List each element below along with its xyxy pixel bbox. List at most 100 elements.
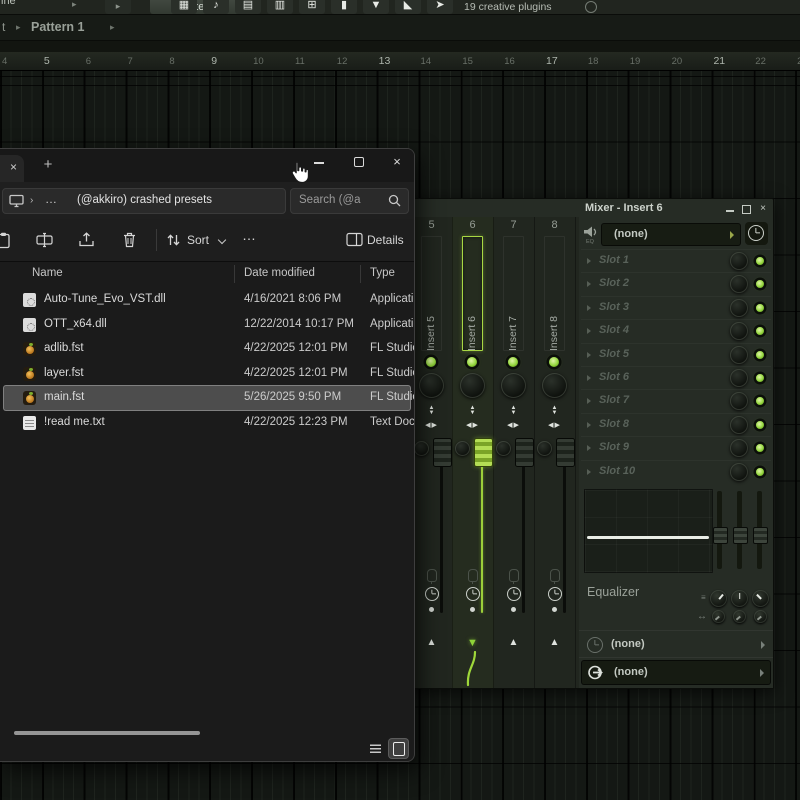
strip-fader-track[interactable] — [522, 445, 525, 613]
strip-input-icon[interactable] — [468, 569, 478, 582]
strip-updown-arrows[interactable]: ▲▼ — [452, 406, 493, 416]
rename-icon[interactable] — [36, 232, 53, 248]
mixer-strip[interactable]: 6Insert 6▲▼◀▶▼ — [452, 217, 494, 688]
plugins-counter-label[interactable]: 19 creative plugins — [464, 1, 552, 13]
strip-updown-arrows[interactable]: ▲▼ — [534, 406, 575, 416]
slot-enable-led[interactable] — [756, 397, 764, 405]
tool-cursor-icon[interactable]: ◣ — [395, 0, 421, 14]
window-browser-icon[interactable]: ⊞ — [299, 0, 325, 14]
eq-freq1-knob[interactable] — [710, 590, 727, 607]
slot-expand-arrow[interactable] — [587, 422, 591, 428]
file-row[interactable]: adlib.fst 4/22/2025 12:01 PM FL Studio — [4, 337, 410, 361]
arrow-right-icon[interactable] — [761, 641, 765, 649]
equalizer-display[interactable] — [584, 489, 713, 573]
effect-slot-row[interactable]: Slot 9 — [581, 436, 771, 460]
mixer-strip[interactable]: 8Insert 8▲▼◀▶▲ — [534, 217, 576, 688]
sort-button-label[interactable]: Sort — [187, 233, 209, 247]
eq-menu-icon[interactable]: ≡ — [701, 593, 706, 602]
explorer-tab[interactable]: × — [0, 155, 24, 182]
eq-band1-fader-handle[interactable] — [713, 527, 728, 544]
strip-updown-arrows[interactable]: ▲▼ — [411, 406, 452, 416]
slot-label[interactable]: Slot 5 — [599, 348, 629, 360]
strip-enable-led[interactable] — [467, 357, 477, 367]
close-icon[interactable]: × — [757, 203, 769, 214]
address-path[interactable]: (@akkiro) crashed presets — [77, 194, 212, 206]
maximize-icon[interactable] — [742, 205, 751, 214]
slot-label[interactable]: Slot 8 — [599, 418, 629, 430]
strip-separation-arrows[interactable]: ◀▶ — [493, 421, 534, 429]
slot-enable-led[interactable] — [756, 327, 764, 335]
rack-output-row[interactable]: (none) — [579, 657, 773, 687]
column-header-name[interactable]: Name — [32, 267, 63, 279]
mixer-strip[interactable]: 7Insert 7▲▼◀▶▲ — [493, 217, 535, 688]
details-pane-icon[interactable] — [346, 232, 363, 247]
details-view-button[interactable] — [366, 739, 385, 758]
effect-slot-row[interactable]: Slot 4 — [581, 319, 771, 343]
strip-pan-knob[interactable] — [501, 373, 526, 398]
strip-separation-arrows[interactable]: ◀▶ — [452, 421, 493, 429]
eq-freq3-knob[interactable] — [752, 590, 769, 607]
sort-icon[interactable] — [166, 232, 181, 248]
slot-expand-arrow[interactable] — [587, 445, 591, 451]
tool-draw-icon[interactable]: ▮ — [331, 0, 357, 14]
effect-slot-row[interactable]: Slot 1 — [581, 249, 771, 273]
file-row[interactable]: !read me.txt 4/22/2025 12:23 PM Text Doc… — [4, 411, 410, 435]
fl-breadcrumb[interactable]: t ▸ Pattern 1 ▸ — [0, 15, 800, 41]
strip-fader-handle[interactable] — [515, 438, 534, 467]
output-target-selector[interactable]: (none) — [581, 660, 771, 685]
file-row[interactable]: Auto-Tune_Evo_VST.dll 4/16/2021 8:06 PM … — [4, 288, 410, 312]
delete-icon[interactable] — [122, 232, 137, 248]
strip-fader-handle[interactable] — [433, 438, 452, 467]
strip-pan-knob[interactable] — [460, 373, 485, 398]
strip-stereo-knob[interactable] — [455, 441, 470, 456]
slot-label[interactable]: Slot 3 — [599, 301, 629, 313]
share-icon[interactable] — [78, 232, 95, 248]
slot-expand-arrow[interactable] — [587, 328, 591, 334]
chevron-right-icon[interactable]: › — [30, 195, 33, 206]
strip-updown-arrows[interactable]: ▲▼ — [493, 406, 534, 416]
effect-slot-row[interactable]: Slot 10 — [581, 460, 771, 484]
window-mixer-icon[interactable]: ▥ — [267, 0, 293, 14]
slot-enable-led[interactable] — [756, 304, 764, 312]
strip-route-arrow[interactable]: ▲ — [493, 637, 534, 648]
strip-clock-icon[interactable] — [466, 587, 480, 601]
slot-mix-knob[interactable] — [730, 392, 748, 410]
slot-enable-led[interactable] — [756, 280, 764, 288]
input-record-clock-button[interactable] — [745, 222, 768, 245]
strip-route-arrow[interactable]: ▲ — [534, 637, 575, 648]
eq-q2-knob[interactable] — [733, 610, 746, 623]
paste-icon[interactable] — [0, 232, 12, 249]
strip-label[interactable]: Insert 5 — [424, 303, 438, 351]
slot-enable-led[interactable] — [756, 444, 764, 452]
tool-slip-icon[interactable]: ➤ — [427, 0, 453, 14]
eq-width-icon[interactable]: ↔ — [697, 611, 707, 622]
strip-fader-track[interactable] — [481, 445, 483, 613]
more-options-button[interactable]: … — [242, 227, 258, 243]
chevron-down-icon[interactable] — [218, 236, 226, 244]
strip-fader-track[interactable] — [563, 445, 566, 613]
window-piano-roll-icon[interactable]: ♪ — [203, 0, 229, 14]
effect-slot-row[interactable]: Slot 6 — [581, 366, 771, 390]
rack-time-row[interactable]: (none) — [579, 630, 773, 657]
large-icons-view-button[interactable] — [389, 739, 408, 758]
eq-band2-fader-handle[interactable] — [733, 527, 748, 544]
strip-fader-handle[interactable] — [474, 438, 493, 467]
window-playlist-icon[interactable]: ▦ — [171, 0, 197, 14]
strip-stereo-knob[interactable] — [537, 441, 552, 456]
strip-route-arrow[interactable]: ▼ — [452, 637, 493, 649]
strip-input-icon[interactable] — [550, 569, 560, 582]
effect-slot-row[interactable]: Slot 3 — [581, 296, 771, 320]
strip-separation-arrows[interactable]: ◀▶ — [534, 421, 575, 429]
address-field[interactable]: › … (@akkiro) crashed presets — [2, 188, 286, 214]
strip-label[interactable]: Insert 8 — [547, 303, 561, 351]
new-tab-button[interactable]: + — [40, 156, 56, 173]
slot-label[interactable]: Slot 2 — [599, 277, 629, 289]
strip-enable-led[interactable] — [426, 357, 436, 367]
strip-enable-led[interactable] — [549, 357, 559, 367]
slot-mix-knob[interactable] — [730, 299, 748, 317]
minimize-icon[interactable] — [726, 210, 734, 212]
effect-slot-row[interactable]: Slot 5 — [581, 343, 771, 367]
strip-label[interactable]: Insert 6 — [465, 303, 479, 351]
file-row[interactable]: main.fst 5/26/2025 9:50 PM FL Studio — [4, 386, 410, 410]
window-maximize-button[interactable] — [346, 151, 372, 173]
